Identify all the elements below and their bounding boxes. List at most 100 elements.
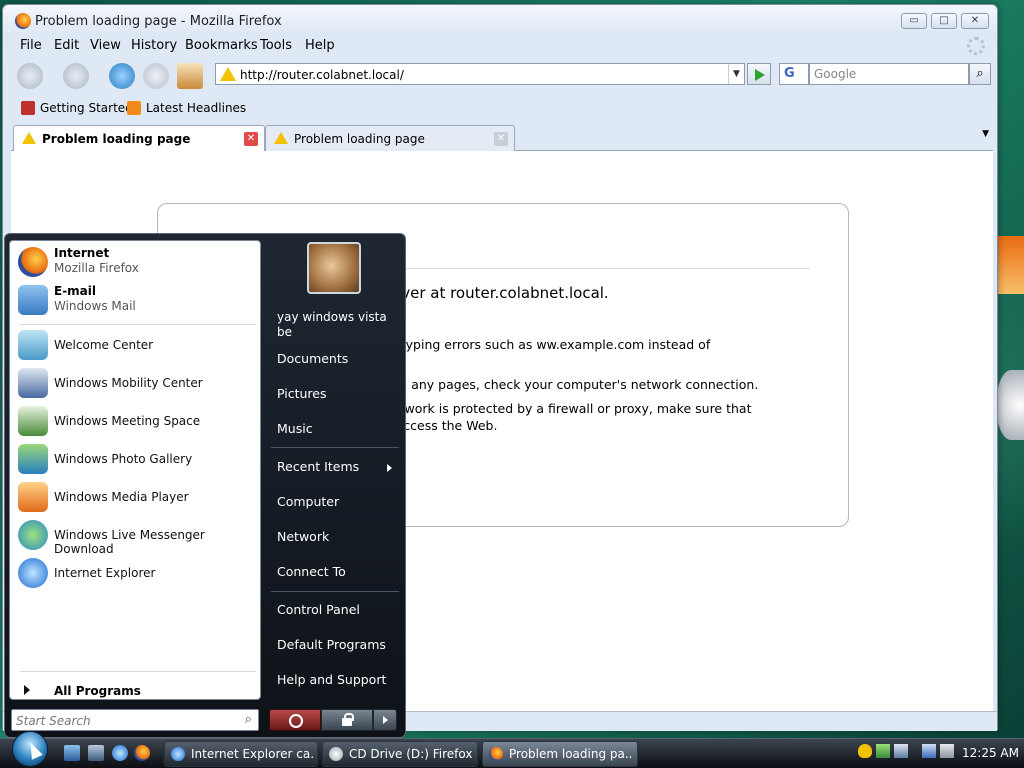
- menu-file[interactable]: File: [20, 38, 42, 53]
- all-programs-label: All Programs: [54, 684, 141, 698]
- search-icon[interactable]: ⌕: [245, 712, 252, 727]
- messenger-icon: [18, 520, 48, 550]
- tab-label: Problem loading page: [42, 132, 191, 146]
- start-item-mobility-center[interactable]: Windows Mobility Center: [16, 366, 260, 402]
- start-item-title: Internet: [54, 246, 110, 260]
- volume-icon[interactable]: [940, 744, 954, 758]
- start-link-connect-to[interactable]: Connect To: [271, 558, 399, 586]
- start-link-label: Control Panel: [277, 602, 360, 617]
- menu-view[interactable]: View: [90, 38, 121, 53]
- start-item-subtitle: Mozilla Firefox: [54, 261, 139, 275]
- sidebar-gadget-slideshow[interactable]: [998, 236, 1024, 294]
- url-history-dropdown[interactable]: ▼: [728, 64, 744, 84]
- windows-mail-icon: [18, 285, 48, 315]
- taskbar-button-firefox[interactable]: Problem loading pa...: [482, 741, 638, 767]
- firefox-icon[interactable]: [134, 745, 150, 761]
- reload-button[interactable]: [109, 63, 135, 89]
- start-item-email[interactable]: E-mail Windows Mail: [16, 283, 260, 319]
- bookmarks-toolbar: Getting Started Latest Headlines: [11, 97, 991, 119]
- start-item-internet-explorer[interactable]: Internet Explorer: [16, 556, 260, 592]
- menu-help[interactable]: Help: [305, 38, 335, 53]
- bookmark-getting-started[interactable]: Getting Started: [40, 101, 133, 115]
- menu-bar: File Edit View History Bookmarks Tools H…: [3, 35, 997, 57]
- warning-icon: [274, 132, 288, 144]
- start-link-pictures[interactable]: Pictures: [271, 380, 399, 408]
- start-link-default-programs[interactable]: Default Programs: [271, 631, 399, 659]
- divider: [20, 671, 256, 672]
- defender-icon[interactable]: [894, 744, 908, 758]
- close-button[interactable]: ✕: [961, 13, 989, 29]
- start-menu-programs-pane: Internet Mozilla Firefox E-mail Windows …: [9, 240, 261, 700]
- start-item-meeting-space[interactable]: Windows Meeting Space: [16, 404, 260, 440]
- switch-windows-icon[interactable]: [88, 745, 104, 761]
- tab-list-dropdown[interactable]: ▼: [982, 129, 989, 139]
- bookmark-latest-headlines[interactable]: Latest Headlines: [146, 101, 246, 115]
- internet-explorer-icon[interactable]: [112, 745, 128, 761]
- start-link-recent-items[interactable]: Recent Items: [271, 453, 399, 481]
- title-bar[interactable]: Problem loading page - Mozilla Firefox ▭…: [3, 5, 997, 35]
- firefox-icon: [489, 747, 503, 761]
- tab-close-icon[interactable]: ✕: [494, 132, 508, 146]
- start-search-input[interactable]: Start Search ⌕: [11, 709, 259, 731]
- start-item-internet[interactable]: Internet Mozilla Firefox: [16, 245, 260, 281]
- url-text[interactable]: http://router.colabnet.local/: [240, 68, 404, 82]
- search-input[interactable]: Google: [809, 63, 969, 85]
- start-search-placeholder: Start Search: [16, 714, 91, 728]
- windows-sidebar-icon[interactable]: [876, 744, 890, 758]
- user-name[interactable]: yay windows vista be: [277, 310, 389, 340]
- start-link-label: Documents: [277, 351, 349, 366]
- power-icon[interactable]: [269, 709, 321, 731]
- start-link-control-panel[interactable]: Control Panel: [271, 596, 399, 624]
- start-link-label: Music: [277, 421, 313, 436]
- start-item-messenger[interactable]: Windows Live Messenger Download: [16, 518, 260, 556]
- menu-bookmarks[interactable]: Bookmarks: [185, 38, 258, 53]
- security-shield-icon[interactable]: [858, 744, 872, 758]
- back-button[interactable]: [17, 63, 43, 89]
- start-item-label: Windows Media Player: [54, 490, 189, 504]
- tab-problem-loading-2[interactable]: Problem loading page ✕: [265, 125, 515, 151]
- divider: [20, 324, 256, 325]
- lock-icon[interactable]: [321, 709, 373, 731]
- taskbar-button-cd-drive[interactable]: CD Drive (D:) Firefox2: [322, 741, 478, 767]
- user-avatar[interactable]: [307, 242, 361, 294]
- error-line: network is protected by a firewall or pr…: [384, 401, 752, 416]
- error-line: oad any pages, check your computer's net…: [384, 377, 759, 392]
- start-item-media-player[interactable]: Windows Media Player: [16, 480, 260, 516]
- photo-gallery-icon: [18, 444, 48, 474]
- start-menu: Internet Mozilla Firefox E-mail Windows …: [4, 233, 406, 738]
- tab-close-icon[interactable]: ✕: [244, 132, 258, 146]
- tab-label: Problem loading page: [294, 132, 425, 146]
- start-item-photo-gallery[interactable]: Windows Photo Gallery: [16, 442, 260, 478]
- maximize-button[interactable]: □: [931, 13, 957, 29]
- all-programs-button[interactable]: All Programs: [16, 681, 256, 703]
- taskbar-button-internet-explorer[interactable]: Internet Explorer ca...: [164, 741, 318, 767]
- warning-icon: [22, 132, 36, 144]
- menu-edit[interactable]: Edit: [54, 38, 79, 53]
- menu-history[interactable]: History: [131, 38, 177, 53]
- taskbar-button-label: Internet Explorer ca...: [191, 747, 313, 761]
- menu-tools[interactable]: Tools: [260, 38, 292, 53]
- show-desktop-icon[interactable]: [64, 745, 80, 761]
- activity-throbber-icon: [967, 37, 985, 55]
- url-bar[interactable]: http://router.colabnet.local/ ▼: [215, 63, 745, 85]
- sidebar-gadget-clock[interactable]: [996, 370, 1024, 440]
- stop-button[interactable]: [143, 63, 169, 89]
- network-icon[interactable]: [922, 744, 936, 758]
- minimize-button[interactable]: ▭: [901, 13, 927, 29]
- start-link-network[interactable]: Network: [271, 523, 399, 551]
- arrow-right-icon: [387, 464, 392, 472]
- search-icon[interactable]: ⌕: [969, 63, 991, 85]
- shutdown-options-button[interactable]: [373, 709, 397, 731]
- taskbar-clock[interactable]: 12:25 AM: [962, 746, 1019, 760]
- go-button[interactable]: [747, 63, 771, 85]
- tab-problem-loading-1[interactable]: Problem loading page ✕: [13, 125, 265, 151]
- start-link-computer[interactable]: Computer: [271, 488, 399, 516]
- forward-button[interactable]: [63, 63, 89, 89]
- search-engine-selector[interactable]: G: [779, 63, 809, 85]
- start-link-documents[interactable]: Documents: [271, 345, 399, 373]
- start-link-help-and-support[interactable]: Help and Support: [271, 666, 399, 694]
- home-button[interactable]: [177, 63, 203, 89]
- window-title: Problem loading page - Mozilla Firefox: [35, 14, 282, 29]
- start-item-welcome-center[interactable]: Welcome Center: [16, 328, 260, 364]
- start-link-music[interactable]: Music: [271, 415, 399, 443]
